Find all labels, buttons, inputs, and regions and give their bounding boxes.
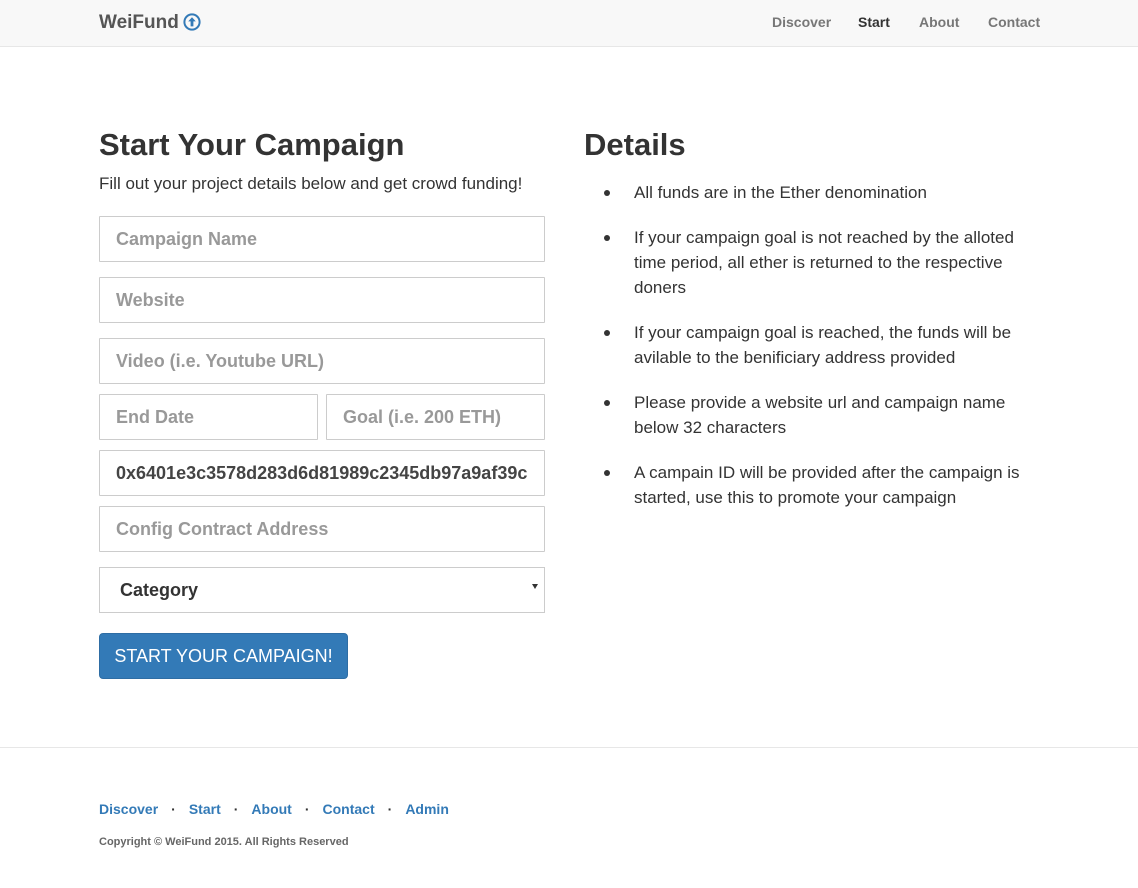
config-contract-address-input[interactable] [99,506,545,552]
category-select-value: Category [120,580,199,600]
end-date-input[interactable] [99,394,318,440]
footer-separator: · [304,801,310,817]
beneficiary-address-input[interactable] [99,450,545,496]
caret-down-icon [532,584,538,589]
goal-input[interactable] [326,394,545,440]
details-item-text: If your campaign goal is not reached by … [634,228,1014,297]
footer-separator: · [387,801,393,817]
footer-link-admin[interactable]: Admin [405,801,449,817]
category-select[interactable]: Category [99,567,545,613]
bullet-icon [604,190,610,196]
details-item-text: Please provide a website url and campaig… [634,393,1006,437]
navbar: WeiFund Discover Start About Contact [0,0,1138,47]
video-input[interactable] [99,338,545,384]
nav-start[interactable]: Start [858,14,890,30]
bullet-icon [604,330,610,336]
footer-link-discover[interactable]: Discover [99,801,158,817]
list-item: A campain ID will be provided after the … [584,460,1034,510]
website-input[interactable] [99,277,545,323]
bullet-icon [604,235,610,241]
footer-links: Discover · Start · About · Contact · Adm… [99,801,449,817]
details-item-text: If your campaign goal is reached, the fu… [634,323,1012,367]
footer-link-about[interactable]: About [251,801,291,817]
bullet-icon [604,470,610,476]
list-item: If your campaign goal is not reached by … [584,225,1034,300]
details-item-text: A campain ID will be provided after the … [634,463,1020,507]
footer-link-contact[interactable]: Contact [323,801,375,817]
list-item: If your campaign goal is reached, the fu… [584,320,1034,370]
page-title: Start Your Campaign [99,127,405,162]
page-subtitle: Fill out your project details below and … [99,174,523,193]
arrow-up-circle-icon [183,13,201,31]
brand-name: WeiFund [99,12,179,33]
footer-link-start[interactable]: Start [189,801,221,817]
footer-separator: · [171,801,176,817]
bullet-icon [604,400,610,406]
start-campaign-button[interactable]: START YOUR CAMPAIGN! [99,633,348,679]
details-list: All funds are in the Ether denomination … [584,180,1034,510]
campaign-name-input[interactable] [99,216,545,262]
copyright-text: Copyright © WeiFund 2015. All Rights Res… [99,836,349,848]
list-item: Please provide a website url and campaig… [584,390,1034,440]
footer-separator: · [233,801,239,817]
nav-about[interactable]: About [919,14,959,30]
nav-discover[interactable]: Discover [772,14,831,30]
details-item-text: All funds are in the Ether denomination [634,183,927,202]
list-item: All funds are in the Ether denomination [584,180,1034,205]
brand-logo[interactable]: WeiFund [99,12,201,34]
nav-contact[interactable]: Contact [988,14,1040,30]
details-title: Details [584,127,686,162]
footer: Discover · Start · About · Contact · Adm… [0,747,1138,888]
